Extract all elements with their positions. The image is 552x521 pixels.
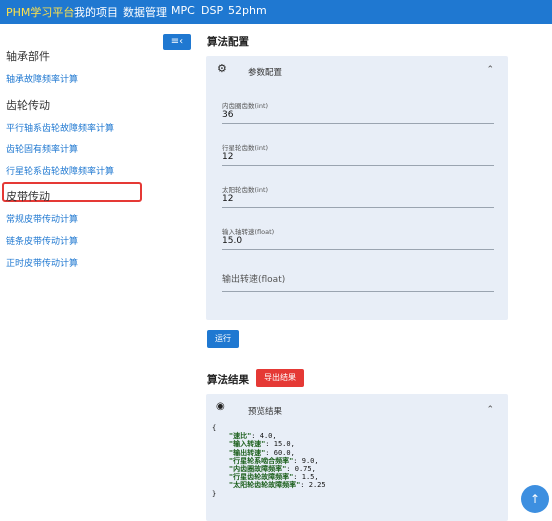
- field-planet-teeth[interactable]: 12: [222, 152, 233, 162]
- nav-mpc[interactable]: MPC: [171, 4, 195, 17]
- field-underline: [222, 249, 494, 250]
- field-label-ring-teeth: 内齿圈齿数(int): [222, 102, 269, 110]
- nav-52phm[interactable]: 52phm: [228, 4, 267, 17]
- sidebar-item-planetary-gear[interactable]: 行星轮系齿轮故障频率计算: [6, 164, 114, 177]
- nav-my-projects[interactable]: 我的项目: [74, 4, 118, 20]
- field-underline: [222, 123, 494, 124]
- run-button[interactable]: 运行: [207, 330, 239, 348]
- result-key: "内齿圈故障频率": [228, 465, 287, 474]
- menu-collapse-icon: ≡‹: [170, 36, 184, 47]
- gear-icon: ⚙: [217, 62, 227, 75]
- eye-icon: ◉: [216, 401, 225, 412]
- result-key: "速比": [228, 432, 252, 441]
- config-section-title: 算法配置: [207, 36, 249, 48]
- sidebar-item-regular-belt[interactable]: 常规皮带传动计算: [6, 212, 78, 225]
- sidebar-item-chain-belt[interactable]: 链条皮带传动计算: [6, 234, 78, 247]
- back-to-top-button[interactable]: ↑: [521, 485, 549, 513]
- results-section-title: 算法结果: [207, 374, 249, 386]
- sidebar-item-timing-belt[interactable]: 正时皮带传动计算: [6, 256, 78, 269]
- result-open-brace: {: [212, 424, 217, 432]
- sidebar: 轴承部件 轴承故障频率计算 齿轮传动 平行轴系齿轮故障频率计算 齿轮固有频率计算…: [0, 24, 156, 521]
- result-key: "输出转速": [228, 448, 266, 457]
- sidebar-item-gear-natural-freq[interactable]: 齿轮固有频率计算: [6, 142, 78, 155]
- result-key: "输入转速": [228, 440, 266, 449]
- result-key: "太阳轮齿轮故障频率": [228, 481, 301, 490]
- sidebar-group-gear: 齿轮传动: [6, 99, 50, 112]
- field-underline: [222, 291, 494, 292]
- field-output-speed[interactable]: 输出转速(float): [222, 272, 285, 285]
- preview-panel: ◉ 预览结果 ⌃ { "速比": 4.0, "输入转速": 15.0, "输出转…: [206, 394, 508, 521]
- field-sun-teeth[interactable]: 12: [222, 194, 233, 204]
- result-value: : 4.0,: [251, 432, 277, 441]
- result-value: : 2.25: [300, 481, 326, 490]
- sidebar-item-bearing-fault[interactable]: 轴承故障频率计算: [6, 72, 78, 85]
- field-label-input-speed: 输入轴转速(float): [222, 228, 275, 236]
- chevron-up-icon[interactable]: ⌃: [486, 405, 494, 415]
- export-results-button[interactable]: 导出结果: [256, 369, 304, 387]
- nav-dsp[interactable]: DSP: [201, 4, 223, 17]
- result-json: { "速比": 4.0, "输入转速": 15.0, "输出转速": 60.0,…: [212, 424, 326, 498]
- field-underline: [222, 207, 494, 208]
- field-ring-teeth[interactable]: 36: [222, 110, 233, 120]
- field-label-planet-teeth: 行星轮齿数(int): [222, 144, 269, 152]
- arrow-up-icon: ↑: [529, 492, 541, 506]
- result-value: : 15.0,: [265, 440, 295, 449]
- field-underline: [222, 165, 494, 166]
- params-panel-title[interactable]: 参数配置: [248, 66, 282, 78]
- field-input-speed[interactable]: 15.0: [222, 236, 242, 246]
- chevron-up-icon[interactable]: ⌃: [486, 65, 494, 75]
- sidebar-item-parallel-gear[interactable]: 平行轴系齿轮故障频率计算: [6, 121, 114, 134]
- sidebar-group-bearing: 轴承部件: [6, 50, 50, 63]
- result-close-brace: }: [212, 489, 217, 498]
- brand-logo-text[interactable]: PHM学习平台: [6, 4, 74, 20]
- result-key: "行星轮系啮合频率": [228, 456, 294, 465]
- nav-data-management[interactable]: 数据管理: [123, 4, 167, 20]
- field-label-sun-teeth: 太阳轮齿数(int): [222, 186, 269, 194]
- top-nav-bar: PHM学习平台 我的项目 数据管理 MPC DSP 52phm: [0, 0, 552, 24]
- result-value: : 60.0,: [265, 448, 295, 457]
- sidebar-toggle-button[interactable]: ≡‹: [163, 34, 191, 50]
- preview-panel-title[interactable]: 预览结果: [248, 405, 282, 417]
- result-value: : 0.75,: [286, 465, 316, 474]
- result-value: : 9.0,: [293, 456, 319, 465]
- params-panel: ⚙ 参数配置 ⌃ 内齿圈齿数(int) 36 行星轮齿数(int) 12 太阳轮…: [206, 56, 508, 320]
- sidebar-group-belt: 皮带传动: [6, 190, 50, 203]
